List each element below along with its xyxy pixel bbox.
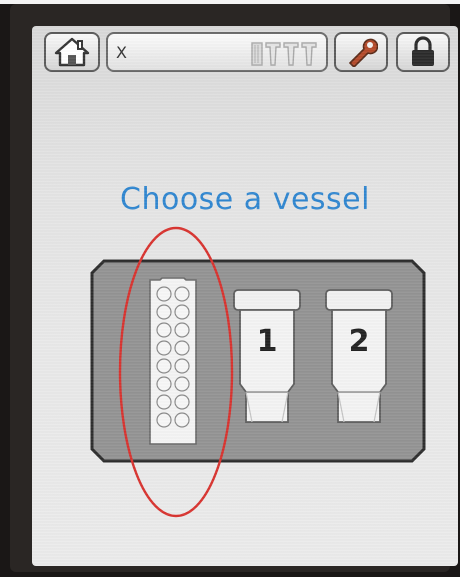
lock-button[interactable] (396, 32, 450, 72)
vessel-tube-1[interactable]: 1 (230, 288, 304, 428)
address-text: X (116, 43, 127, 62)
page-title: Choose a vessel (120, 182, 370, 217)
device-bezel: X Choose a vessel 1 2 (10, 4, 458, 572)
home-button[interactable] (44, 32, 100, 72)
touch-screen: X Choose a vessel 1 2 (32, 26, 458, 566)
tip-rack-icon (251, 42, 317, 66)
address-field[interactable]: X (106, 32, 328, 72)
selection-highlight-ellipse (118, 226, 234, 518)
vessel-tube-2[interactable]: 2 (322, 288, 396, 428)
settings-button[interactable] (334, 32, 388, 72)
toolbar: X (44, 32, 450, 76)
wrench-icon (349, 38, 378, 67)
vessel-label-1: 1 (256, 324, 278, 359)
vessel-label-2: 2 (348, 324, 370, 359)
home-icon (54, 37, 90, 67)
lock-icon (412, 36, 434, 66)
